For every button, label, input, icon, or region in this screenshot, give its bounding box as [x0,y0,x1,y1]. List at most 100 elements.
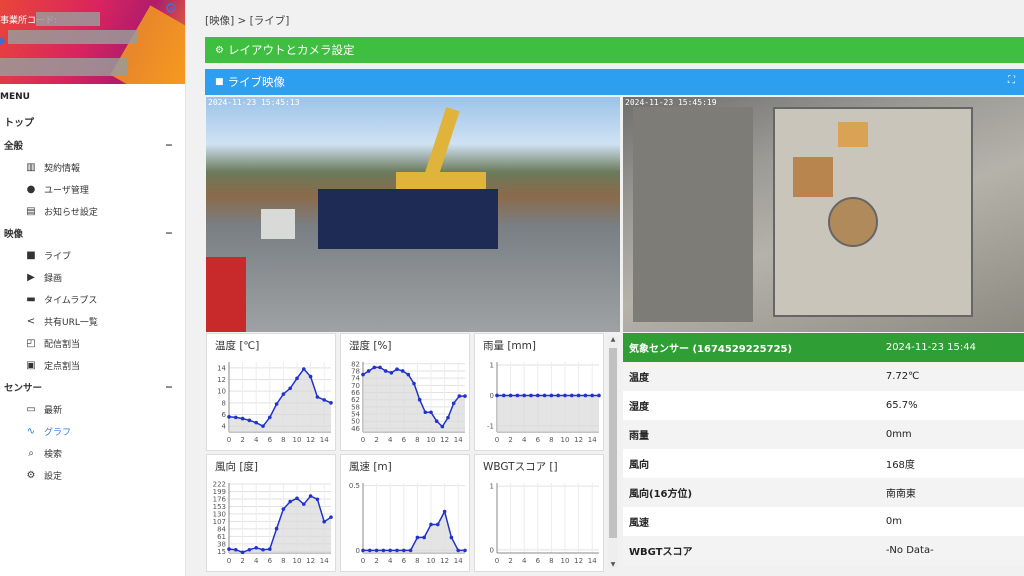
sidebar-item[interactable]: ● ユーザ管理 [0,178,185,200]
sidebar-item[interactable]: ∿ グラフ [0,420,185,442]
collapse-icon[interactable]: − [165,140,173,151]
data-point [368,548,372,553]
sensor-chart[interactable]: 222 199 176 153 130 107 84 61 38 15 0 2 4 6 8 10 12 14 風向 … [206,454,336,572]
data-point [372,365,377,370]
data-point [515,393,520,398]
data-point [247,547,252,552]
x-tick-label: 0 [361,557,365,565]
main-content: [映像] > [ライブ] ⚙ レイアウトとカメラ設定 ■ ライブ映像 ⛶ 202… [186,0,1024,576]
x-tick-label: 6 [536,557,541,565]
data-point [378,365,382,370]
data-point [247,418,252,423]
x-tick-label: 2 [240,436,244,444]
live-video-label: ライブ映像 [227,75,286,89]
camera-feed-2[interactable]: 2024-11-23 15:45:19 [623,97,1024,332]
data-point [302,367,306,371]
data-point [227,415,231,419]
data-point [261,424,265,428]
data-point [456,548,460,553]
sensor-datetime: 2024-11-23 15:44 [865,333,1024,362]
data-point [281,507,286,511]
sensor-chart[interactable]: 82 78 74 70 66 62 58 54 50 46 0 2 4 6 8 10 12 14 湿度 [%] [340,333,470,451]
camera-feed-1[interactable]: 2024-11-23 15:45:13 [206,97,620,332]
sensor-row-label: 湿度 [623,391,866,420]
scroll-up-icon[interactable]: ▲ [608,336,618,343]
nav-section-header[interactable]: 全般 − [0,134,185,156]
x-tick-label: 0 [227,557,231,565]
sidebar-item-label: グラフ [44,427,72,438]
chart-title: WBGTスコア [] [483,461,558,473]
gear-icon: ⚙ [26,469,36,481]
sensor-name: 気象センサー (1674529225725) [623,333,866,362]
sidebar-item[interactable]: ▥ 契約情報 [0,156,185,178]
data-point [556,393,560,398]
sidebar-item-label: 配信割当 [44,339,81,350]
play-box-icon: ▶ [27,271,35,283]
sensor-row-label: 温度 [623,362,866,391]
sidebar-item[interactable]: < 共有URL一覧 [0,310,185,332]
sidebar-item[interactable]: ⌕ 検索 [0,442,185,464]
location-pin-icon: ◆ [0,34,6,47]
sensor-row-label: 風向 [623,449,866,478]
sidebar-item-label: 契約情報 [44,163,81,174]
formwork-2 [793,157,833,197]
data-point [583,393,588,398]
camera-plus-icon: ▣ [26,359,36,371]
sensor-chart[interactable]: 1 0 0 2 4 6 8 10 12 14 WBGTスコア [] [474,454,604,572]
chart-title: 風速 [m] [349,461,392,473]
y-tick-label: 8 [222,399,226,407]
data-point [415,535,420,540]
nav-section-header[interactable]: センサー − [0,376,185,398]
y-tick-label: 0 [356,547,360,555]
data-point [227,547,231,551]
data-point [366,369,371,373]
x-tick-label: 4 [254,557,259,565]
fullscreen-icon[interactable]: ⛶ [1008,75,1015,86]
sensor-row: 風向(16方位) 南南東 [623,478,1024,507]
data-point [495,393,499,398]
company-banner: 事業所コード: ◆ ⚙ [0,0,185,84]
data-point [563,393,567,398]
crane-truck [318,189,498,249]
chart-title: 湿度 [%] [349,340,392,352]
layout-settings-bar[interactable]: ⚙ レイアウトとカメラ設定 [205,37,1024,63]
collapse-icon[interactable]: − [165,382,173,393]
scroll-down-icon[interactable]: ▼ [608,561,618,568]
collapse-icon[interactable]: − [165,228,173,239]
sensor-rows: 温度 7.72℃ 湿度 65.7% 雨量 0mm 風向 168度 風向(16方位) 南南東 風速 0m… [623,362,1024,565]
y-tick-label: 4 [222,423,227,431]
data-point [234,415,238,420]
scrollbar-thumb[interactable] [609,348,617,538]
sidebar-item[interactable]: ⚙ 設定 [0,464,185,486]
banner-gear-icon[interactable]: ⚙ [164,1,177,17]
data-point [536,393,540,398]
x-tick-label: 8 [415,436,419,444]
y-tick-label: 15 [217,548,226,556]
data-point [529,393,533,398]
charts-scrollbar[interactable]: ▲ ▼ [608,336,618,568]
sensor-chart[interactable]: 14 12 10 8 6 4 0 2 4 6 8 10 12 14 温度 [℃] [206,333,336,451]
sidebar-item[interactable]: ▭ 最新 [0,398,185,420]
data-point [440,424,445,429]
x-tick-label: 10 [427,436,436,444]
formwork-1 [838,122,868,147]
sensor-chart[interactable]: 1 0 -1 0 2 4 6 8 10 12 14 雨量 [mm] [474,333,604,451]
data-point [389,370,394,375]
sensor-chart[interactable]: 0.5 0 0 2 4 6 8 10 12 14 風速 [m] [340,454,470,572]
sidebar-item[interactable]: ▤ お知らせ設定 [0,200,185,222]
x-tick-label: 8 [415,557,419,565]
sidebar-item[interactable]: ■ ライブ [0,244,185,266]
x-tick-label: 10 [561,557,570,565]
data-point [570,393,574,398]
nav-section-header[interactable]: 映像 − [0,222,185,244]
data-point [329,515,333,519]
sidebar-item[interactable]: ▶ 録画 [0,266,185,288]
data-point [449,535,454,540]
nav-top[interactable]: トップ [0,112,185,134]
search-icon: ⌕ [28,447,34,459]
sidebar-item[interactable]: ▣ 定点割当 [0,354,185,376]
sidebar-item[interactable]: ▬ タイムラプス [0,288,185,310]
sidebar-item[interactable]: ◰ 配信割当 [0,332,185,354]
data-point [457,394,462,398]
sensor-row: WBGTスコア -No Data- [623,536,1024,565]
